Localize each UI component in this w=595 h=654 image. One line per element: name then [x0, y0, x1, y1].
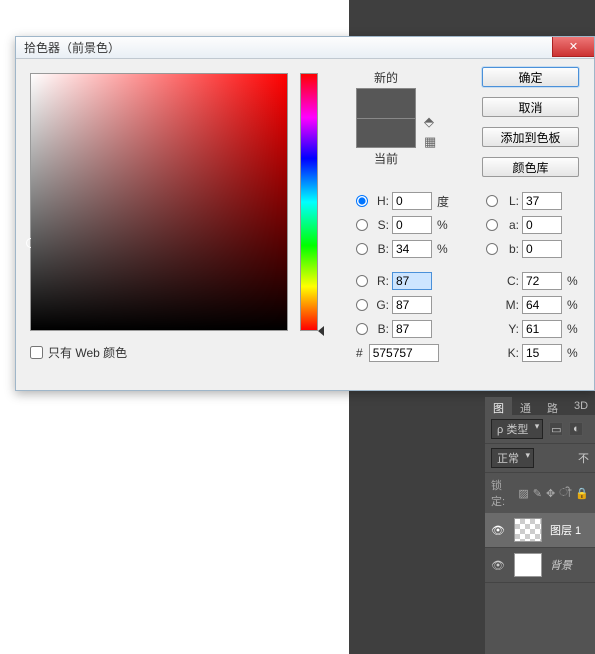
- cancel-button[interactable]: 取消: [482, 97, 579, 117]
- hex-row: #: [356, 344, 439, 362]
- a-label: a:: [501, 218, 519, 232]
- k-input[interactable]: [522, 344, 562, 362]
- h-radio[interactable]: [356, 195, 368, 207]
- lock-label: 锁定:: [491, 477, 514, 509]
- current-color-label: 当前: [356, 150, 416, 167]
- g-label: G:: [371, 298, 389, 312]
- c-label: C:: [501, 274, 519, 288]
- close-icon: ✕: [569, 40, 578, 53]
- layer-filter-row: ρ 类型 ▭ ◐: [485, 415, 595, 444]
- layer-row[interactable]: 👁 图层 1: [485, 513, 595, 548]
- current-color-swatch[interactable]: [356, 118, 416, 148]
- add-swatch-button[interactable]: 添加到色板: [482, 127, 579, 147]
- g-input[interactable]: [392, 296, 432, 314]
- r-radio[interactable]: [356, 275, 368, 287]
- dialog-content: 新的 当前 ⬘ ▦ 确定 取消 添加到色板 颜色库 H:度 S:% B:% R:…: [16, 59, 594, 87]
- r-label: R:: [371, 274, 389, 288]
- web-only-label: 只有 Web 颜色: [48, 344, 127, 361]
- h-label: H:: [371, 194, 389, 208]
- lock-paint-icon[interactable]: ✎: [533, 487, 542, 500]
- k-label: K:: [501, 346, 519, 360]
- a-radio[interactable]: [486, 219, 498, 231]
- dialog-titlebar[interactable]: 拾色器（前景色） ✕: [16, 37, 594, 59]
- layer-thumbnail[interactable]: [514, 553, 542, 577]
- color-picker-dialog: 拾色器（前景色） ✕ 新的 当前 ⬘ ▦ 确定 取消 添加到色板 颜色库 H:度…: [15, 36, 595, 391]
- k-unit: %: [567, 346, 585, 360]
- a-input[interactable]: [522, 216, 562, 234]
- y-unit: %: [567, 322, 585, 336]
- hue-slider-thumb[interactable]: [318, 326, 324, 336]
- blend-row: 正常 不: [485, 444, 595, 473]
- lock-transparency-icon[interactable]: ▨: [518, 487, 528, 500]
- color-library-button[interactable]: 颜色库: [482, 157, 579, 177]
- lock-position-icon[interactable]: ✥: [546, 487, 555, 500]
- s-radio[interactable]: [356, 219, 368, 231]
- layer-name[interactable]: 背景: [550, 557, 572, 573]
- ok-button[interactable]: 确定: [482, 67, 579, 87]
- m-label: M:: [501, 298, 519, 312]
- h-unit: 度: [437, 193, 455, 210]
- g-radio[interactable]: [356, 299, 368, 311]
- lab-b-input[interactable]: [522, 240, 562, 258]
- y-label: Y:: [501, 322, 519, 336]
- hex-input[interactable]: [369, 344, 439, 362]
- lock-artboard-icon[interactable]: ੀ: [559, 487, 571, 500]
- new-color-swatch[interactable]: [356, 88, 416, 118]
- blend-mode-dropdown[interactable]: 正常: [491, 448, 534, 468]
- c-input[interactable]: [522, 272, 562, 290]
- l-input[interactable]: [522, 192, 562, 210]
- y-input[interactable]: [522, 320, 562, 338]
- dialog-buttons: 确定 取消 添加到色板 颜色库: [482, 67, 579, 187]
- opacity-label: 不: [578, 450, 589, 466]
- b-input[interactable]: [392, 240, 432, 258]
- s-label: S:: [371, 218, 389, 232]
- rgb-b-input[interactable]: [392, 320, 432, 338]
- c-unit: %: [567, 274, 585, 288]
- m-unit: %: [567, 298, 585, 312]
- r-input[interactable]: [392, 272, 432, 290]
- gamut-warning-icon[interactable]: ⬘: [424, 114, 434, 130]
- color-field-marker[interactable]: [26, 238, 36, 248]
- web-only-checkbox[interactable]: 只有 Web 颜色: [30, 344, 127, 361]
- swatch-preview: 新的 当前: [356, 67, 416, 169]
- new-color-label: 新的: [356, 69, 416, 86]
- layer-type-filter-dropdown[interactable]: ρ 类型: [491, 419, 543, 439]
- s-input[interactable]: [392, 216, 432, 234]
- websafe-warning-icon[interactable]: ▦: [424, 134, 436, 150]
- lab-b-radio[interactable]: [486, 243, 498, 255]
- hue-slider[interactable]: [300, 73, 318, 331]
- layer-thumbnail[interactable]: [514, 518, 542, 542]
- layers-panel: ρ 类型 ▭ ◐ 正常 不 锁定: ▨ ✎ ✥ ੀ 🔒 👁 图层 1 👁 背景: [485, 415, 595, 654]
- b-unit: %: [437, 242, 455, 256]
- visibility-icon[interactable]: 👁: [491, 524, 506, 537]
- l-radio[interactable]: [486, 195, 498, 207]
- l-label: L:: [501, 194, 519, 208]
- rgb-b-label: B:: [371, 322, 389, 336]
- web-only-check[interactable]: [30, 346, 43, 359]
- rgb-b-radio[interactable]: [356, 323, 368, 335]
- s-unit: %: [437, 218, 455, 232]
- close-button[interactable]: ✕: [552, 37, 594, 57]
- dialog-title: 拾色器（前景色）: [24, 39, 120, 56]
- lab-b-label: b:: [501, 242, 519, 256]
- hsb-rgb-fields: H: 度 S:% B:% R: G: B:: [356, 189, 455, 341]
- visibility-icon[interactable]: 👁: [491, 559, 506, 572]
- filter-adjust-icon[interactable]: ◐: [569, 422, 583, 436]
- color-field[interactable]: [30, 73, 288, 331]
- lab-cmyk-fields: L: a: b: C:% M:% Y:% K:%: [486, 189, 585, 365]
- h-input[interactable]: [392, 192, 432, 210]
- layer-name[interactable]: 图层 1: [550, 522, 581, 538]
- b-radio[interactable]: [356, 243, 368, 255]
- layer-row[interactable]: 👁 背景: [485, 548, 595, 583]
- hex-label: #: [356, 346, 363, 360]
- b-label: B:: [371, 242, 389, 256]
- m-input[interactable]: [522, 296, 562, 314]
- lock-all-icon[interactable]: 🔒: [575, 487, 589, 500]
- lock-row: 锁定: ▨ ✎ ✥ ੀ 🔒: [485, 473, 595, 513]
- filter-image-icon[interactable]: ▭: [549, 422, 563, 436]
